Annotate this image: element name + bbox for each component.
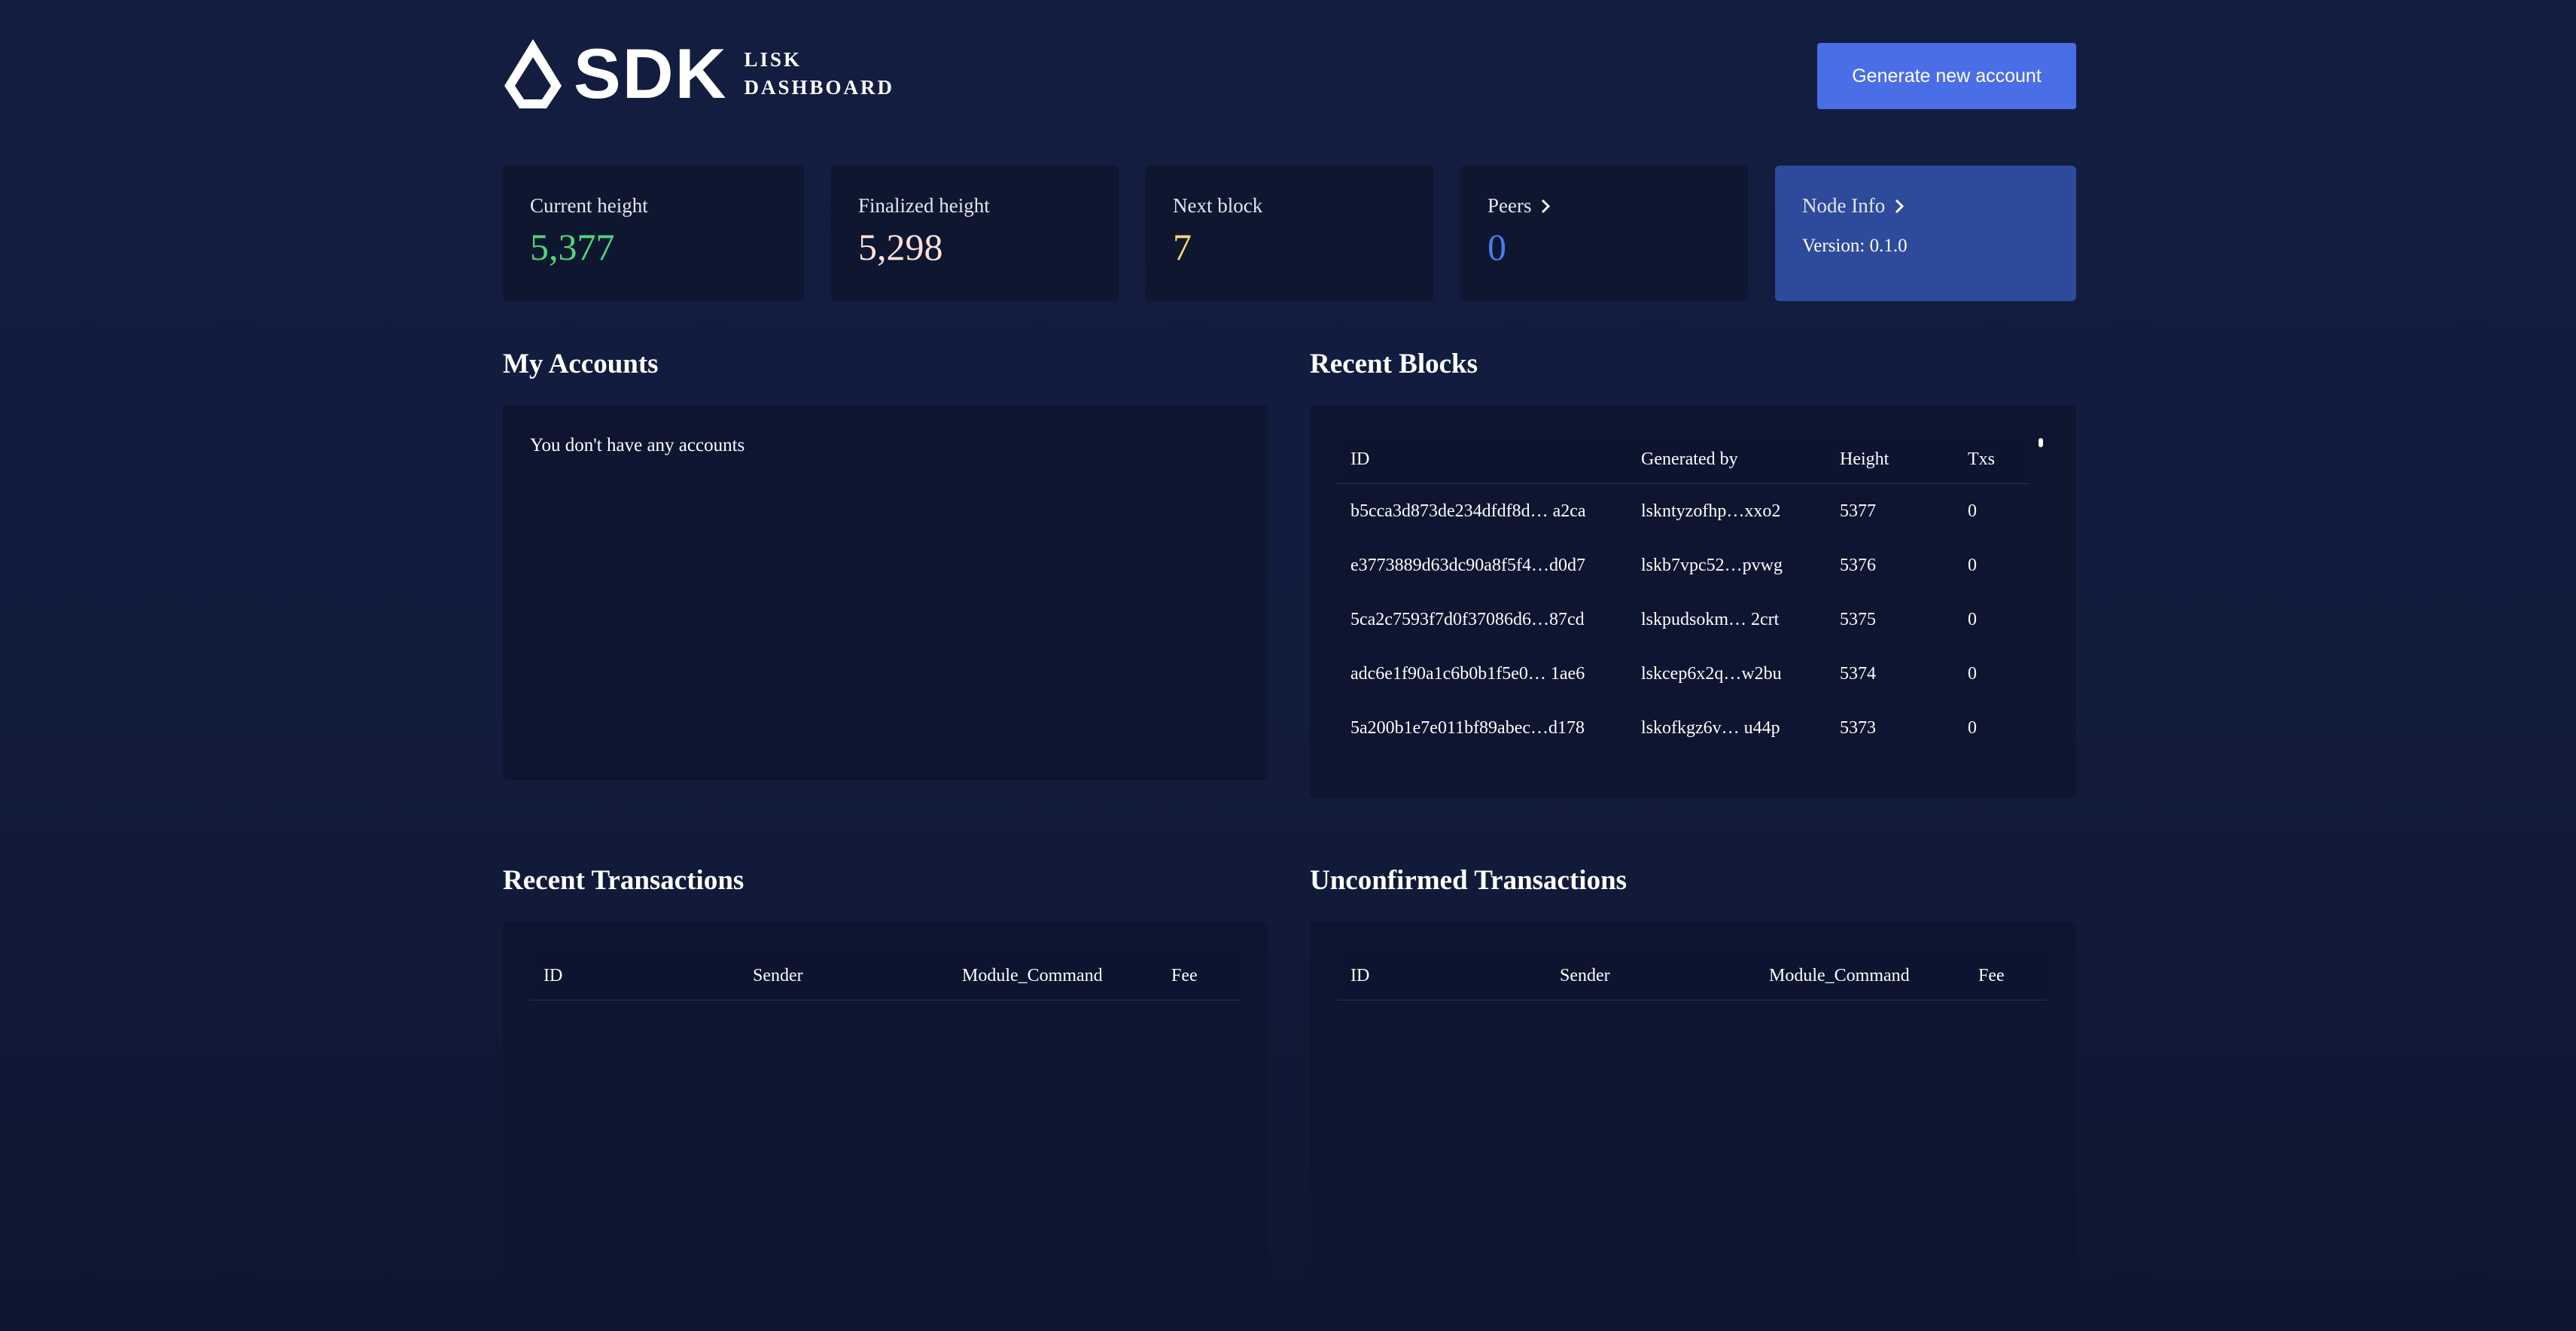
chevron-right-icon — [1895, 199, 1905, 213]
block-generator[interactable]: lskb7vpc52…pvwg — [1628, 538, 1826, 592]
column-header-fee: Fee — [1158, 952, 1241, 1001]
recent-blocks-panel: ID Generated by Height Txs b5cca3d873de2… — [1310, 405, 2076, 798]
next-block-label: Next block — [1173, 194, 1263, 217]
unconfirmed-transactions-panel: ID Sender Module_Command Fee — [1310, 921, 2076, 1331]
my-accounts-panel: You don't have any accounts — [503, 405, 1268, 780]
peers-label: Peers — [1487, 194, 1532, 217]
node-info-label: Node Info — [1802, 194, 1886, 217]
column-header-module-command: Module_Command — [1755, 952, 1965, 1001]
column-header-id: ID — [1337, 952, 1546, 1001]
peers-link[interactable]: Peers — [1487, 194, 1721, 218]
recent-transactions-panel: ID Sender Module_Command Fee — [503, 921, 1268, 1331]
generate-new-account-button[interactable]: Generate new account — [1817, 43, 2076, 109]
node-info-card[interactable]: Node Info Version: 0.1.0 — [1775, 166, 2076, 301]
node-info-link[interactable]: Node Info — [1802, 194, 2049, 218]
dashboard-page: SDK LISK DASHBOARD Generate new account … — [503, 0, 2076, 1331]
block-txs: 0 — [1968, 555, 1977, 575]
block-height: 5376 — [1840, 555, 1876, 575]
finalized-height-label: Finalized height — [858, 194, 990, 217]
peers-card[interactable]: Peers 0 — [1460, 166, 1748, 301]
recent-transactions-title: Recent Transactions — [503, 865, 744, 896]
no-accounts-message: You don't have any accounts — [530, 435, 745, 455]
table-row[interactable]: adc6e1f90a1c6b0b1f5e0… 1ae6 lskcep6x2q…w… — [1337, 647, 2029, 701]
block-txs: 0 — [1968, 663, 1977, 684]
block-generator[interactable]: lskofkgz6v… u44p — [1628, 701, 1826, 755]
block-generator[interactable]: lskcep6x2q…w2bu — [1628, 647, 1826, 701]
block-id[interactable]: e3773889d63dc90a8f5f4…d0d7 — [1337, 538, 1628, 592]
chevron-right-icon — [1542, 199, 1551, 213]
logo-subtitle: LISK DASHBOARD — [744, 46, 894, 102]
header: SDK LISK DASHBOARD Generate new account — [503, 36, 2076, 111]
block-id[interactable]: 5a200b1e7e011bf89abec…d178 — [1337, 701, 1628, 755]
current-height-value: 5,377 — [530, 226, 615, 268]
scrollbar-thumb[interactable] — [2039, 438, 2043, 447]
block-generator[interactable]: lskpudsokm… 2crt — [1628, 592, 1826, 647]
peers-value: 0 — [1487, 226, 1506, 268]
logo-sdk-text: SDK — [574, 34, 728, 113]
column-header-txs: Txs — [1954, 435, 2029, 484]
lisk-logo-icon — [504, 39, 562, 108]
unconfirmed-transactions-table: ID Sender Module_Command Fee — [1337, 952, 2048, 1001]
column-header-id: ID — [530, 952, 739, 1001]
lisk-sdk-logo[interactable]: SDK LISK DASHBOARD — [503, 36, 894, 111]
block-txs: 0 — [1968, 717, 1977, 738]
node-version: Version: 0.1.0 — [1802, 236, 1908, 256]
column-header-fee: Fee — [1965, 952, 2048, 1001]
recent-blocks-title: Recent Blocks — [1310, 349, 1478, 379]
table-row[interactable]: e3773889d63dc90a8f5f4…d0d7 lskb7vpc52…pv… — [1337, 538, 2029, 592]
column-header-id: ID — [1337, 435, 1628, 484]
table-header-row: ID Sender Module_Command Fee — [530, 952, 1241, 1001]
block-height: 5375 — [1840, 609, 1876, 629]
block-height: 5374 — [1840, 663, 1876, 684]
column-header-sender: Sender — [739, 952, 948, 1001]
my-accounts-title: My Accounts — [503, 349, 659, 379]
recent-blocks-table: ID Generated by Height Txs b5cca3d873de2… — [1337, 435, 2029, 755]
block-height: 5373 — [1840, 717, 1876, 738]
block-id[interactable]: adc6e1f90a1c6b0b1f5e0… 1ae6 — [1337, 647, 1628, 701]
current-height-card: Current height 5,377 — [503, 166, 804, 301]
table-header-row: ID Generated by Height Txs — [1337, 435, 2029, 484]
unconfirmed-transactions-title: Unconfirmed Transactions — [1310, 865, 1628, 896]
block-id[interactable]: 5ca2c7593f7d0f37086d6…87cd — [1337, 592, 1628, 647]
finalized-height-value: 5,298 — [858, 226, 943, 268]
column-header-module-command: Module_Command — [948, 952, 1158, 1001]
recent-transactions-table: ID Sender Module_Command Fee — [530, 952, 1241, 1001]
block-generator[interactable]: lskntyzofhp…xxo2 — [1628, 484, 1826, 539]
column-header-generated-by: Generated by — [1628, 435, 1826, 484]
table-row[interactable]: 5ca2c7593f7d0f37086d6…87cd lskpudsokm… 2… — [1337, 592, 2029, 647]
next-block-value: 7 — [1173, 226, 1192, 268]
block-id[interactable]: b5cca3d873de234dfdf8d… a2ca — [1337, 484, 1628, 539]
block-txs: 0 — [1968, 609, 1977, 629]
logo-lisk-text: LISK — [744, 48, 802, 71]
block-height: 5377 — [1840, 501, 1876, 521]
next-block-card: Next block 7 — [1146, 166, 1433, 301]
current-height-label: Current height — [530, 194, 648, 217]
column-header-height: Height — [1826, 435, 1954, 484]
table-row[interactable]: b5cca3d873de234dfdf8d… a2ca lskntyzofhp…… — [1337, 484, 2029, 539]
logo-dashboard-text: DASHBOARD — [744, 76, 894, 99]
table-header-row: ID Sender Module_Command Fee — [1337, 952, 2048, 1001]
column-header-sender: Sender — [1546, 952, 1755, 1001]
block-txs: 0 — [1968, 501, 1977, 521]
table-row[interactable]: 5a200b1e7e011bf89abec…d178 lskofkgz6v… u… — [1337, 701, 2029, 755]
finalized-height-card: Finalized height 5,298 — [831, 166, 1119, 301]
